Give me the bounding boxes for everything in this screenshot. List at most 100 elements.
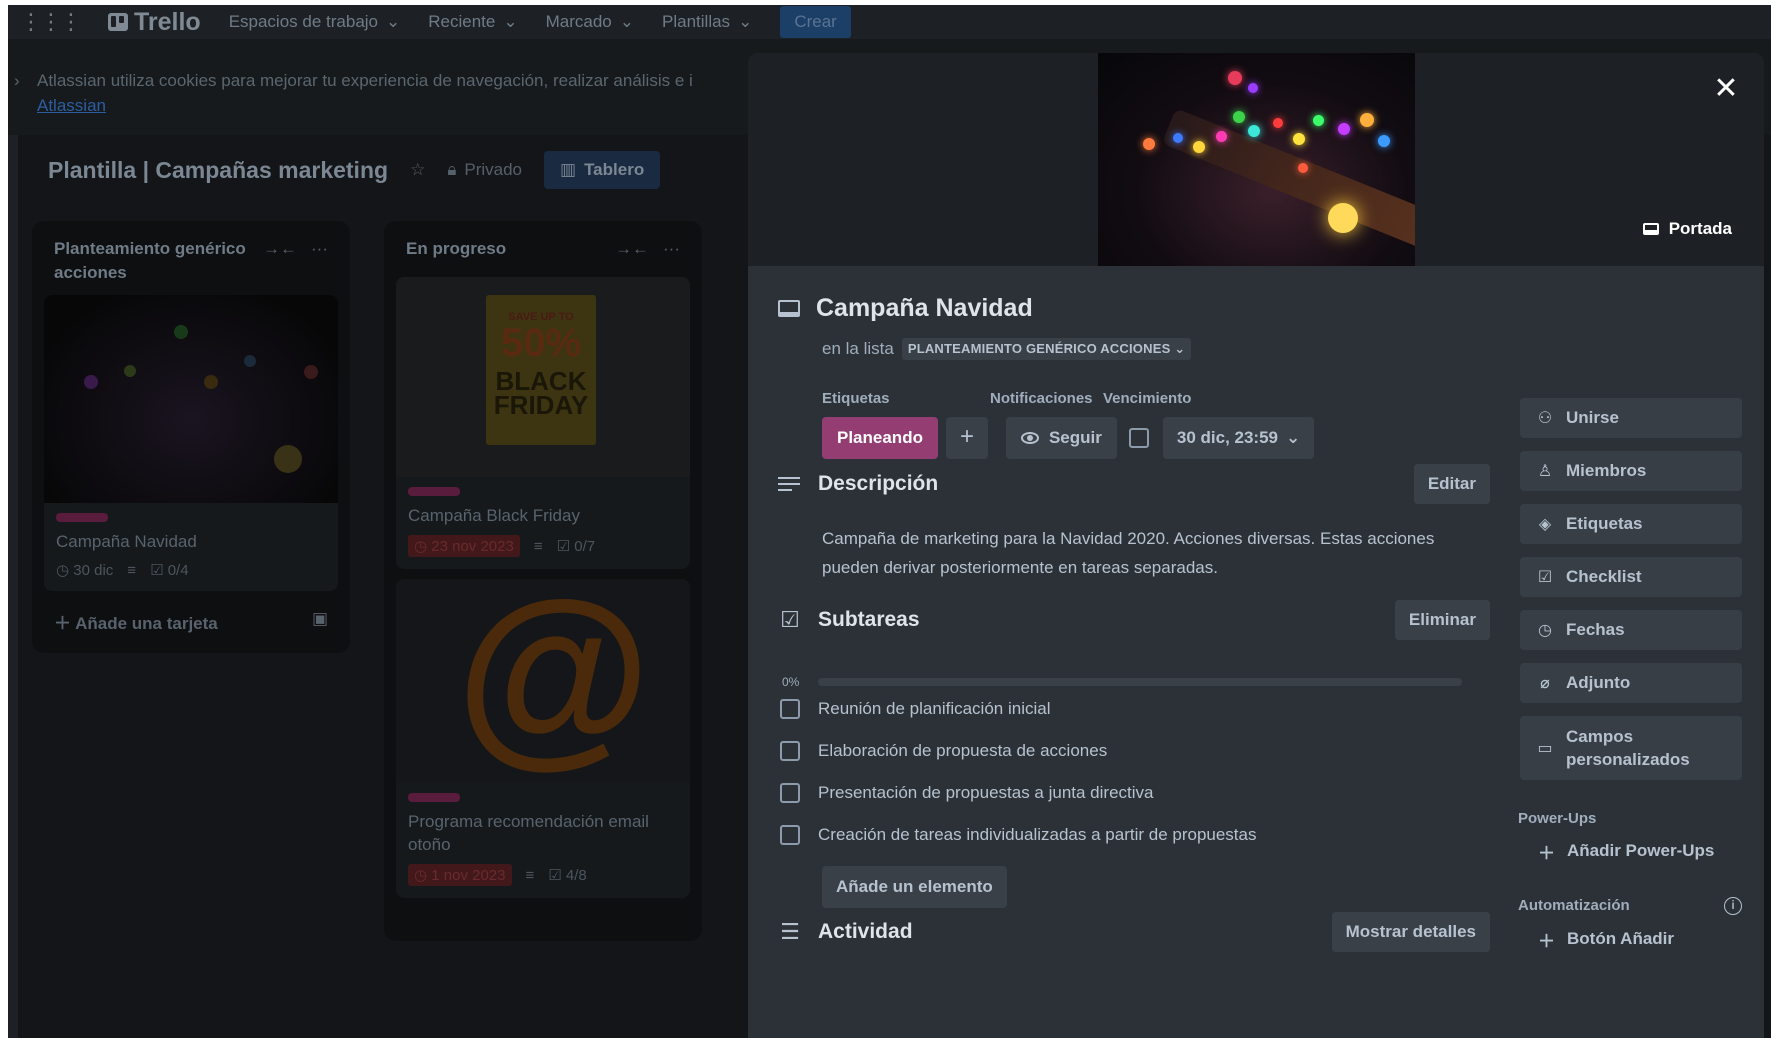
card-cover: ✕ Portada (748, 53, 1764, 266)
checklist-item: Reunión de planificación inicial (780, 699, 1050, 719)
lock-icon: 🔒︎ (447, 160, 457, 179)
close-button[interactable]: ✕ (1708, 71, 1744, 107)
app-switcher-icon[interactable]: ⋮⋮⋮ (20, 9, 82, 35)
chevron-down-icon: ⌄ (619, 12, 635, 31)
trello-logo[interactable]: Trello (108, 8, 201, 37)
nav-recent[interactable]: Reciente ⌄ (428, 12, 517, 32)
light-dot (1216, 131, 1227, 142)
add-button-label: Botón Añadir (1567, 929, 1675, 948)
collapse-icon[interactable]: →← (263, 237, 297, 285)
checkbox-icon: ☑ (1537, 569, 1553, 586)
more-icon[interactable]: ··· (311, 237, 328, 285)
create-button[interactable]: Crear (780, 6, 851, 38)
activity-icon: ☰ (780, 919, 800, 944)
sign-text: SAVE UP TO (508, 311, 574, 323)
checklist-item-text[interactable]: Presentación de propuestas a junta direc… (818, 783, 1153, 803)
nav-templates[interactable]: Plantillas ⌄ (662, 12, 752, 32)
automation-heading-text: Automatización (1518, 897, 1630, 914)
card-campana-navidad[interactable]: Campaña Navidad ◷ 30 dic ≡ ☑ 0/4 (44, 295, 338, 591)
checklist-item-text[interactable]: Elaboración de propuesta de acciones (818, 741, 1107, 761)
custom-fields-button[interactable]: ▭ Campos personalizados (1520, 716, 1742, 780)
nav-workspaces[interactable]: Espacios de trabajo ⌄ (229, 12, 401, 32)
progress-percent: 0% (782, 675, 800, 689)
join-button[interactable]: ⚇ Unirse (1520, 398, 1742, 438)
description-text[interactable]: Campaña de marketing para la Navidad 202… (822, 524, 1462, 582)
close-icon: ✕ (1713, 72, 1739, 105)
light-dot (1143, 138, 1155, 150)
more-icon[interactable]: ··· (663, 237, 680, 261)
eye-icon (1020, 432, 1039, 444)
card-black-friday[interactable]: SAVE UP TO 50% BLACK FRIDAY Campaña Blac… (396, 277, 690, 569)
template-icon[interactable]: ▣ (312, 609, 328, 634)
delete-checklist-button[interactable]: Eliminar (1394, 600, 1490, 640)
due-date-button[interactable]: 30 dic, 23:59 ⌄ (1162, 417, 1315, 459)
follow-label: Seguir (1048, 428, 1102, 447)
view-label: Tablero (584, 160, 645, 179)
dates-button[interactable]: ◷ Fechas (1520, 610, 1742, 650)
board-icon: ▥ (560, 160, 577, 179)
in-list-info: en la lista PLANTEAMIENTO GENÉRICO ACCIO… (822, 338, 1192, 360)
nav-starred[interactable]: Marcado ⌄ (546, 12, 634, 32)
card-badges: ◷ 23 nov 2023 ≡ ☑ 0/7 (408, 535, 678, 557)
info-icon[interactable]: i (1724, 897, 1742, 915)
checklist-button[interactable]: ☑ Checklist (1520, 557, 1742, 597)
visibility-label: Privado (464, 160, 522, 179)
chevron-right-icon[interactable]: › (14, 71, 20, 91)
light-dot (1378, 135, 1390, 147)
description-icon: ≡ (525, 866, 535, 884)
card-cover-image: SAVE UP TO 50% BLACK FRIDAY (396, 277, 690, 477)
checkbox-icon: ☑ (150, 562, 164, 579)
custom-fields-label: Campos personalizados (1566, 727, 1690, 769)
label-chip[interactable]: Planeando (822, 417, 938, 459)
add-button-button[interactable]: ＋ Botón Añadir (1520, 919, 1742, 959)
card-sidebar: ⚇ Unirse ♙ Miembros ◈ Etiquetas ☑ Checklist … (1518, 398, 1742, 959)
card-cover-image (44, 295, 338, 503)
notifications-heading: Notificaciones (990, 390, 1093, 407)
light-dot (1293, 133, 1305, 145)
cookie-link[interactable]: Atlassian (37, 96, 106, 116)
checklist-item-checkbox[interactable] (780, 741, 800, 761)
checklist-count: 0/7 (574, 538, 596, 555)
list-planteamiento: Planteamiento genérico acciones →← ··· Ca… (32, 221, 350, 653)
due-text: 30 dic (73, 562, 114, 579)
board-view-button[interactable]: ▥ Tablero (544, 151, 661, 189)
checklist-item-text[interactable]: Creación de tareas individualizadas a pa… (818, 825, 1256, 845)
attachment-button[interactable]: ⌀ Adjunto (1520, 663, 1742, 703)
add-card-button[interactable]: ＋ Añade una tarjeta ▣ (32, 591, 350, 654)
checklist-icon: ☑ (780, 607, 800, 632)
automation-heading: Automatización i (1518, 897, 1742, 915)
collapse-icon[interactable]: →← (615, 237, 649, 261)
card-email-otono[interactable]: @ Programa recomendación email otoño ◷ 1… (396, 579, 690, 898)
star-icon[interactable]: ☆ (410, 160, 425, 180)
checklist-item-text[interactable]: Reunión de planificación inicial (818, 699, 1050, 719)
card-title[interactable]: Campaña Navidad (816, 294, 1033, 323)
sign-text: FRIDAY (493, 390, 589, 420)
board-title[interactable]: Plantilla | Campañas marketing (48, 157, 388, 184)
checklist-item-checkbox[interactable] (780, 783, 800, 803)
card-label (408, 793, 460, 802)
chevron-down-icon: ⌄ (386, 12, 401, 31)
light-dot (1313, 115, 1324, 126)
add-label-button[interactable]: + (945, 417, 988, 459)
edit-description-button[interactable]: Editar (1413, 464, 1490, 504)
checklist-item: Creación de tareas individualizadas a pa… (780, 825, 1256, 845)
labels-button[interactable]: ◈ Etiquetas (1520, 504, 1742, 544)
visibility-button[interactable]: 🔒︎ Privado (447, 160, 522, 180)
checklist-item-checkbox[interactable] (780, 825, 800, 845)
checklist-item-checkbox[interactable] (780, 699, 800, 719)
add-checklist-item-button[interactable]: Añade un elemento (822, 866, 1007, 908)
show-details-button[interactable]: Mostrar detalles (1331, 912, 1490, 952)
cover-button[interactable]: Portada (1642, 219, 1732, 239)
checkbox-icon: ☑ (556, 538, 571, 555)
light-dot (84, 375, 98, 389)
due-heading: Vencimiento (1103, 390, 1192, 407)
follow-button[interactable]: Seguir (1005, 417, 1117, 459)
members-button[interactable]: ♙ Miembros (1520, 451, 1742, 491)
list-title[interactable]: En progreso (406, 237, 506, 261)
card-badges: ◷ 30 dic ≡ ☑ 0/4 (56, 561, 326, 580)
checklist-heading[interactable]: Subtareas (818, 608, 1395, 632)
add-powerups-button[interactable]: ＋ Añadir Power-Ups (1520, 831, 1742, 871)
list-selector[interactable]: PLANTEAMIENTO GENÉRICO ACCIONES ⌄ (901, 338, 1192, 360)
due-complete-checkbox[interactable] (1128, 428, 1149, 448)
list-title[interactable]: Planteamiento genérico acciones (54, 237, 254, 285)
